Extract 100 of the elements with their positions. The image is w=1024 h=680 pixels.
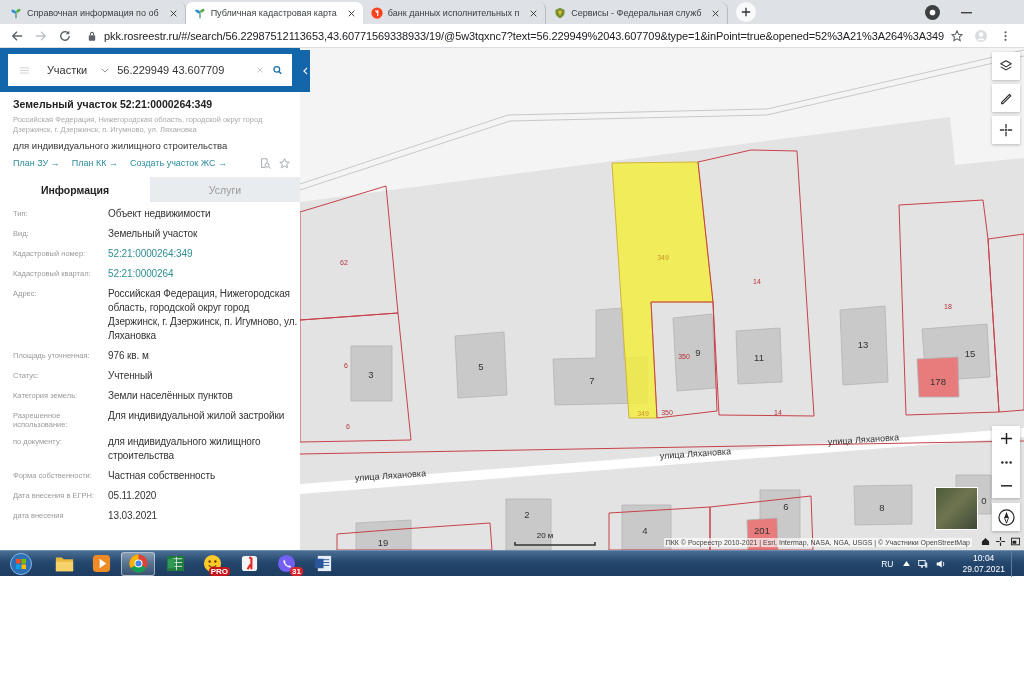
search-field[interactable]: Участки 56.229949 43.607709 xyxy=(8,54,292,86)
circle-dot-icon[interactable] xyxy=(925,5,940,20)
land-parcel[interactable] xyxy=(650,301,718,419)
parcel-purpose: для индивидуального жилищного строительства xyxy=(13,140,229,151)
crosshair-icon[interactable] xyxy=(996,537,1005,546)
minimize-icon xyxy=(960,12,972,14)
chevron-left-icon xyxy=(302,67,308,75)
grid-tile-icon xyxy=(165,554,185,573)
info-link[interactable]: Создать участок ЖС → xyxy=(129,158,227,168)
network-icon[interactable] xyxy=(918,558,929,569)
building-number: 15 xyxy=(964,347,976,359)
field-value: Российская Федерация, Нижегородская область, городской округ город Дзержинск, г. Дзержинск, п. Игумново, ул. Ляхановка xyxy=(108,287,298,343)
layers-button[interactable] xyxy=(992,52,1020,80)
crosshair-icon xyxy=(999,123,1013,137)
street-name: улица Ляхановка xyxy=(827,432,900,447)
building[interactable] xyxy=(916,356,960,398)
building-number: 11 xyxy=(754,351,764,363)
satellite-thumbnail[interactable] xyxy=(935,487,978,530)
clock-date[interactable]: 29.07.2021 xyxy=(962,563,1005,575)
field-value: Учтенный xyxy=(108,369,154,383)
url-text[interactable]: pkk.rosreestr.ru/#/search/56.22987512113653,43.60771569338933/19/@5w3tqxnc7?text=56.229949%2043.607709&type=1&inPoint=true&opened=52%3A21%3A264%3A349 xyxy=(104,29,945,42)
taskbar-app[interactable]: 31 xyxy=(269,551,303,576)
new-tab-button[interactable] xyxy=(736,2,757,22)
field-value: 05.11.2020 xyxy=(108,489,158,503)
search-icon[interactable] xyxy=(273,64,282,76)
cadastral-link[interactable]: 52:21:0000264 xyxy=(108,267,174,281)
land-parcel[interactable] xyxy=(300,312,412,443)
field-value: для индивидуального жилищного строительства xyxy=(108,435,262,463)
building-number: 3 xyxy=(368,368,374,380)
back-icon xyxy=(11,29,23,42)
caret-icon xyxy=(101,67,110,73)
category-dropdown[interactable]: Участки xyxy=(46,64,110,76)
parcel-title: Земельный участок 52:21:0000264:349 xyxy=(13,98,214,110)
street-name: улица Ляхановка xyxy=(659,446,732,461)
document-icon xyxy=(313,554,333,573)
more-icon xyxy=(1000,460,1012,464)
info-link[interactable]: План ЗУ → xyxy=(13,158,60,168)
building-number: 13 xyxy=(857,338,869,350)
field-value: Земли населённых пунктов xyxy=(108,389,234,403)
browser-tab[interactable]: Публичная кадастровая карта xyxy=(185,2,363,24)
building-number: 4 xyxy=(642,524,648,536)
media-player-icon xyxy=(91,554,111,573)
close-icon xyxy=(712,9,720,17)
close-icon xyxy=(530,9,538,17)
building-number: 201 xyxy=(754,524,770,536)
compass-button[interactable] xyxy=(992,503,1020,531)
measure-button[interactable] xyxy=(992,84,1020,112)
home-icon[interactable] xyxy=(981,537,990,546)
emblem-icon xyxy=(554,7,567,19)
up-arrow-icon[interactable] xyxy=(903,561,911,566)
app-badge: PRO xyxy=(208,566,230,576)
building[interactable] xyxy=(505,498,552,550)
minus-icon xyxy=(1000,485,1012,487)
avatar-icon xyxy=(975,29,987,42)
collapse-panel-button[interactable] xyxy=(300,50,310,92)
taskbar-app[interactable] xyxy=(121,551,155,576)
building-number: 2 xyxy=(524,508,530,520)
building-number: 5 xyxy=(478,360,484,372)
field-value: Частная собственность xyxy=(108,469,216,483)
sprout-icon xyxy=(193,7,206,19)
sprout-icon xyxy=(10,7,22,19)
compass-icon xyxy=(997,508,1015,526)
close-icon xyxy=(169,9,177,17)
taskbar-app[interactable]: PRO xyxy=(195,551,229,576)
building-number: 178 xyxy=(930,375,946,387)
field-value: 976 кв. м xyxy=(108,349,150,363)
more-vertical-icon xyxy=(1003,29,1007,42)
circle-logo-icon xyxy=(128,554,148,573)
land-parcel[interactable] xyxy=(300,185,399,321)
land-parcel[interactable] xyxy=(898,199,1000,416)
building-number: 8 xyxy=(879,501,885,513)
scale-label: 20 м xyxy=(536,531,554,540)
point-button[interactable] xyxy=(992,116,1020,144)
pencil-icon xyxy=(999,91,1013,105)
search-document-icon[interactable] xyxy=(260,157,271,169)
plus-icon xyxy=(741,7,752,17)
land-parcel[interactable] xyxy=(697,149,815,417)
street-name: улица Ляхановка xyxy=(354,468,427,483)
clock-time[interactable]: 10:04 xyxy=(973,552,995,564)
building-number: 9 xyxy=(695,346,701,358)
speaker-icon[interactable] xyxy=(936,558,947,569)
building[interactable] xyxy=(672,313,717,392)
land-parcel[interactable] xyxy=(987,233,1024,413)
windows-orb-icon xyxy=(10,552,32,575)
info-link[interactable]: План КК → xyxy=(71,158,118,168)
screen-icon[interactable] xyxy=(1011,537,1020,546)
building-number: 19 xyxy=(377,536,389,548)
language-indicator[interactable]: RU xyxy=(881,558,894,569)
lock-icon[interactable] xyxy=(88,30,96,41)
folder-icon xyxy=(54,554,74,573)
plus-icon xyxy=(1000,432,1012,444)
logo-icon xyxy=(370,7,383,19)
forward-icon xyxy=(35,29,47,42)
layers-icon xyxy=(999,59,1013,73)
cadastral-link[interactable]: 52:21:0000264:349 xyxy=(108,247,193,261)
building-number: 7 xyxy=(589,374,595,386)
app-badge: 31 xyxy=(290,566,303,576)
land-parcel[interactable] xyxy=(611,161,714,419)
star-icon xyxy=(951,29,963,42)
star-icon[interactable] xyxy=(279,157,290,169)
